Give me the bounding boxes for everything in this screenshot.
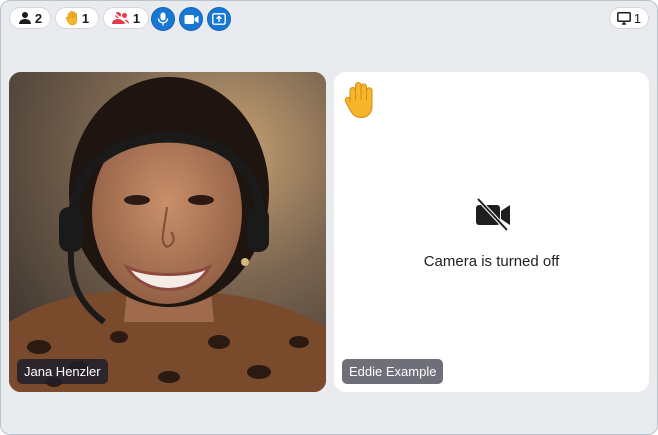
muted-people-icon <box>111 11 129 25</box>
raised-hands-button[interactable]: 1 <box>55 7 99 29</box>
muted-count: 1 <box>132 10 141 26</box>
camera-off-icon <box>476 197 510 231</box>
raised-hands-count: 1 <box>81 10 90 26</box>
screens-count-button[interactable]: 1 <box>609 7 649 29</box>
participant-video-feed <box>9 72 326 392</box>
monitor-icon <box>616 11 631 25</box>
participants-count: 2 <box>34 10 43 26</box>
participant-name: Jana Henzler <box>24 364 101 379</box>
person-icon <box>18 12 31 24</box>
participant-camera-off-tile[interactable]: Camera is turned off Eddie Example <box>334 72 649 392</box>
participant-video-tile[interactable]: Jana Henzler <box>9 72 326 392</box>
muted-participants-button[interactable]: 1 <box>103 7 149 29</box>
participant-name: Eddie Example <box>349 364 437 379</box>
microphone-button[interactable] <box>151 7 175 31</box>
screens-count: 1 <box>633 10 642 26</box>
raised-hand-icon <box>65 10 77 26</box>
participants-count-button[interactable]: 2 <box>9 7 51 29</box>
camera-button[interactable] <box>179 7 203 31</box>
raised-hand-icon <box>344 81 373 119</box>
microphone-icon <box>157 12 169 26</box>
camera-off-message: Camera is turned off <box>423 253 560 270</box>
participant-name-tag: Eddie Example <box>342 359 444 384</box>
share-screen-button[interactable] <box>207 7 231 31</box>
share-screen-icon <box>212 13 226 25</box>
video-camera-icon <box>184 14 198 24</box>
call-toolbar: 2 1 1 1 <box>9 7 649 31</box>
participant-name-tag: Jana Henzler <box>17 359 108 384</box>
video-call-window: 2 1 1 1 Jana Henzler Camera is turned of… <box>0 0 658 435</box>
